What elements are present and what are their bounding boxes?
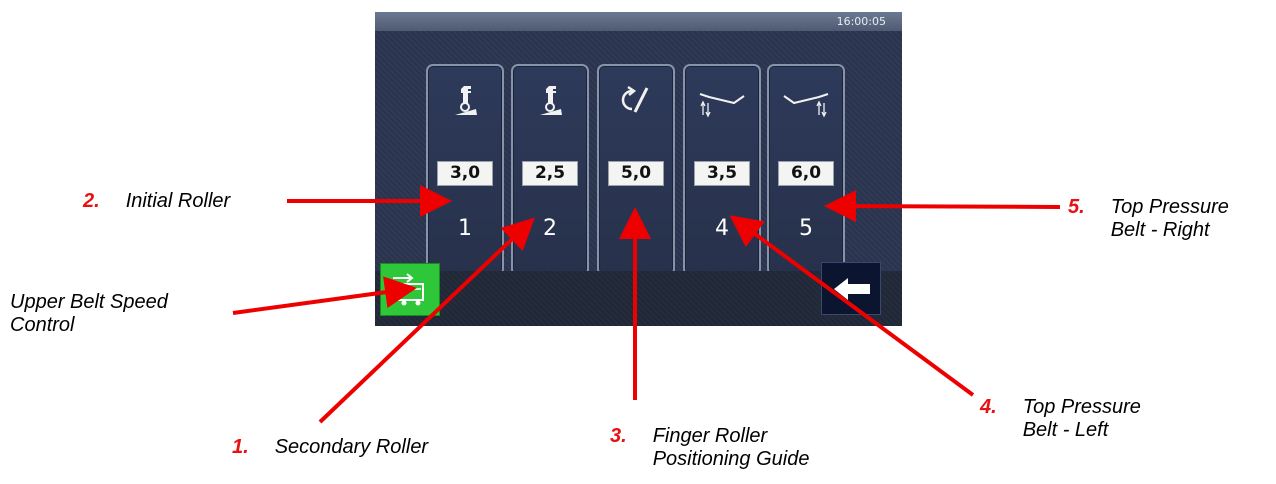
caption-finger-roller: 3. Finger Roller Positioning Guide — [610, 425, 809, 471]
caption-number: 3. — [610, 425, 627, 447]
caption-text: Upper Belt Speed Control — [10, 291, 168, 336]
caption-number: 5. — [1068, 196, 1085, 218]
caption-secondary-roller: 1. Secondary Roller — [232, 436, 428, 459]
arrow-pressure-belt-left — [729, 215, 975, 397]
caption-text: Finger Roller Positioning Guide — [652, 425, 810, 470]
caption-initial-roller: 2. Initial Roller — [83, 190, 230, 213]
caption-text: Top Pressure Belt - Right — [1110, 196, 1229, 241]
caption-number: 1. — [232, 436, 249, 458]
arrow-belt-speed — [232, 276, 417, 315]
caption-number: 4. — [980, 396, 997, 418]
caption-belt-speed: Upper Belt Speed Control — [10, 291, 168, 337]
caption-number: 2. — [83, 190, 100, 212]
caption-pressure-belt-left: 4. Top Pressure Belt - Left — [980, 396, 1141, 442]
caption-text: Secondary Roller — [274, 436, 429, 458]
caption-text: Top Pressure Belt - Left — [1022, 396, 1141, 441]
arrow-secondary-roller — [318, 217, 535, 424]
caption-pressure-belt-right: 5. Top Pressure Belt - Right — [1068, 196, 1229, 242]
caption-text: Initial Roller — [125, 190, 231, 212]
arrow-pressure-belt-right — [824, 190, 1061, 223]
